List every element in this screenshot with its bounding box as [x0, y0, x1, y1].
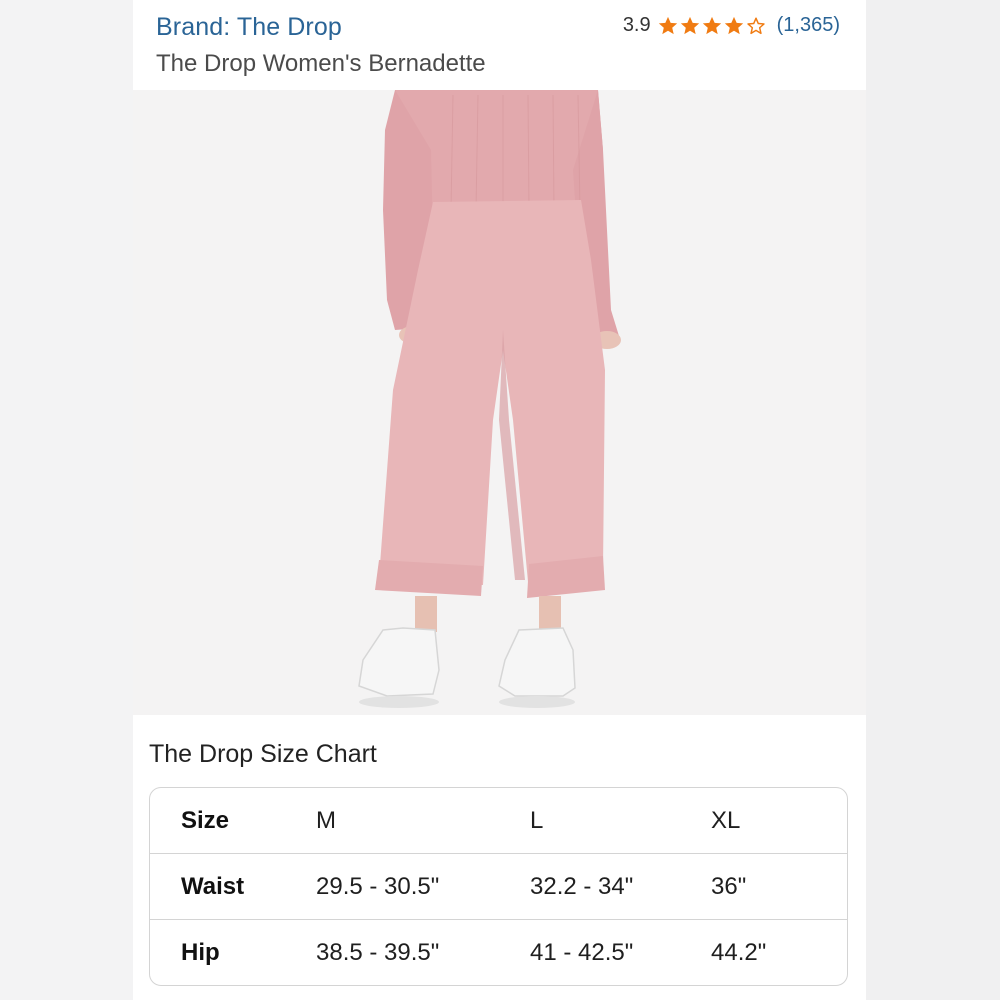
product-header: Brand: The Drop The Drop Women's Bernade… [133, 0, 866, 90]
star-full-icon [724, 16, 743, 34]
size-chart-table: Size M L XL Waist 29.5 - 30.5" 32.2 - 34… [149, 787, 848, 986]
row-label-waist: Waist [181, 873, 245, 900]
rating-summary[interactable]: 3.9 (1,365) [623, 14, 840, 37]
size-row: Size M L XL [150, 788, 847, 854]
size-cell-xl: XL [711, 807, 741, 834]
star-full-icon [658, 16, 677, 34]
row-label-hip: Hip [181, 939, 220, 966]
brand-link[interactable]: Brand: The Drop [156, 13, 342, 42]
hip-cell-m: 38.5 - 39.5" [316, 939, 440, 966]
size-cell-m: M [316, 807, 336, 834]
row-label-size: Size [181, 807, 230, 834]
hip-cell-l: 41 - 42.5" [530, 939, 634, 966]
right-background [866, 0, 1000, 1000]
star-empty-icon [746, 16, 765, 34]
review-count-link[interactable]: (1,365) [777, 14, 840, 37]
waist-cell-l: 32.2 - 34" [530, 873, 634, 900]
left-background [0, 0, 133, 1000]
hip-row: Hip 38.5 - 39.5" 41 - 42.5" 44.2" [150, 919, 847, 985]
product-photo[interactable] [133, 90, 866, 715]
star-full-icon [702, 16, 721, 34]
size-chart-title: The Drop Size Chart [149, 740, 377, 768]
waist-cell-xl: 36" [711, 873, 747, 900]
waist-row: Waist 29.5 - 30.5" 32.2 - 34" 36" [150, 853, 847, 920]
hip-cell-xl: 44.2" [711, 939, 767, 966]
product-photo-illustration [133, 90, 866, 715]
star-full-icon [680, 16, 699, 34]
product-card: Brand: The Drop The Drop Women's Bernade… [133, 0, 866, 1000]
size-cell-l: L [530, 807, 544, 834]
waist-cell-m: 29.5 - 30.5" [316, 873, 440, 900]
rating-value: 3.9 [622, 14, 651, 36]
star-rating [657, 15, 767, 37]
product-title[interactable]: The Drop Women's Bernadette [156, 50, 486, 78]
